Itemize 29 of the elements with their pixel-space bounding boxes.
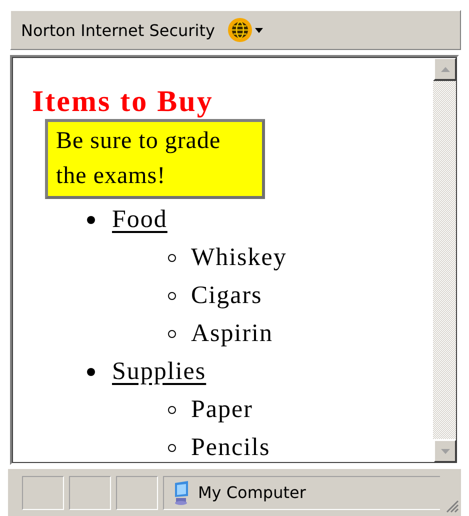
up-arrow-icon [440, 66, 450, 72]
list-item: Aspirin [191, 320, 273, 348]
zone-label: My Computer [198, 483, 306, 502]
list-item: Cigars [191, 282, 262, 310]
dropdown-arrow-icon[interactable] [254, 28, 263, 32]
status-pane [22, 476, 64, 510]
status-pane [69, 476, 111, 510]
resize-grip-icon[interactable] [445, 499, 459, 513]
list-link[interactable]: Food [112, 206, 168, 234]
down-arrow-icon [440, 448, 450, 454]
globe-icon[interactable] [226, 17, 253, 43]
bullet-icon [168, 444, 176, 452]
list-item: Paper [191, 396, 253, 424]
bullet-icon [168, 406, 176, 414]
bullet-icon [87, 216, 95, 224]
page-heading: Items to Buy [32, 87, 214, 117]
bullet-icon [168, 254, 176, 262]
bullet-icon [87, 368, 95, 376]
list-item: Whiskey [191, 244, 287, 272]
scroll-down-button[interactable] [433, 439, 457, 463]
scrollbar[interactable] [433, 57, 457, 463]
status-pane [116, 476, 158, 510]
scroll-up-button[interactable] [433, 57, 457, 81]
bullet-icon [168, 292, 176, 300]
toolbar-label: Norton Internet Security [21, 20, 215, 40]
list-item: Pencils [191, 434, 270, 462]
list-link[interactable]: Supplies [112, 358, 206, 386]
note-tooltip: Be sure to grade the exams! [45, 119, 265, 199]
bullet-icon [168, 330, 176, 338]
